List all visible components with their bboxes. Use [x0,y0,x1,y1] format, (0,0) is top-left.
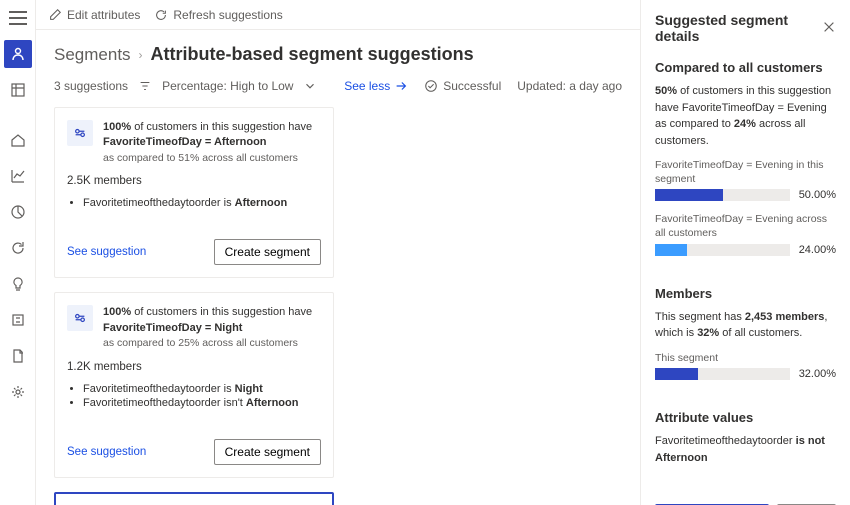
card-rules: Favoritetimeofthedaytoorder is Night Favo… [67,383,321,411]
refresh-suggestions-button[interactable]: Refresh suggestions [154,8,282,22]
subheader: 3 suggestions Percentage: High to Low Se… [54,79,622,93]
see-suggestion-link[interactable]: See suggestion [67,446,146,458]
card-members: 2.5K members [67,175,321,187]
attr-values-text: Favoritetimeofthedaytoorder is not After… [655,433,836,466]
details-panel: Suggested segment details Compared to al… [640,0,850,505]
see-suggestion-link[interactable]: See suggestion [67,246,146,258]
compared-header: Compared to all customers [655,60,836,75]
sort-icon[interactable] [138,79,152,93]
status-badge: Successful [424,79,501,93]
nav-settings-icon[interactable] [4,378,32,406]
nav-customers-icon[interactable] [4,40,32,68]
card-members: 1.2K members [67,361,321,373]
bar1-value: 50.00% [796,189,836,201]
updated-label: Updated: a day ago [517,79,622,93]
suggestion-card[interactable]: 100% of customers in this suggestion hav… [54,292,334,477]
rule-item: Favoritetimeofthedaytoorder is Afternoon [83,197,321,209]
left-nav-rail [0,0,36,505]
bar3-fill [655,368,698,380]
close-icon[interactable] [822,20,836,37]
panel-title: Suggested segment details [655,12,822,44]
rule-item: Favoritetimeofthedaytoorder isn't Aftern… [83,397,321,409]
bar1-fill [655,189,723,201]
attr-values-header: Attribute values [655,410,836,425]
compared-text: 50% of customers in this suggestion have… [655,83,836,149]
bar2-value: 24.00% [796,244,836,256]
edit-attributes-label: Edit attributes [67,8,140,22]
see-less-label: See less [344,79,390,93]
nav-refresh-icon[interactable] [4,234,32,262]
bar2-fill [655,244,687,256]
bar1-track [655,189,790,201]
segment-icon [67,120,93,146]
edit-attributes-button[interactable]: Edit attributes [48,8,140,22]
suggestion-card[interactable]: 100% of customers in this suggestion hav… [54,107,334,278]
breadcrumb-parent[interactable]: Segments [54,45,131,65]
nav-home-icon[interactable] [4,126,32,154]
chevron-down-icon[interactable] [303,79,317,93]
bar1-label: FavoriteTimeofDay = Evening in this segm… [655,159,836,186]
breadcrumb-separator: › [139,48,143,62]
page-title: Attribute-based segment suggestions [151,44,474,65]
card-rules: Favoritetimeofthedaytoorder is Afternoon [67,197,321,211]
nav-export-icon[interactable] [4,342,32,370]
create-segment-button[interactable]: Create segment [214,239,321,265]
create-segment-button[interactable]: Create segment [214,439,321,465]
card-headline: 100% of customers in this suggestion hav… [103,120,321,165]
breadcrumb: Segments › Attribute-based segment sugge… [54,44,622,65]
members-text: This segment has 2,453 members, which is… [655,309,836,342]
members-header: Members [655,286,836,301]
rule-item: Favoritetimeofthedaytoorder is Night [83,383,321,395]
hamburger-menu[interactable] [4,4,32,32]
nav-segments-icon[interactable] [4,198,32,226]
sort-label[interactable]: Percentage: High to Low [162,79,293,93]
bar3-track [655,368,790,380]
refresh-suggestions-label: Refresh suggestions [173,8,282,22]
check-circle-icon [424,79,438,93]
segment-icon [67,305,93,331]
see-less-link[interactable]: See less [344,79,408,93]
suggestion-count: 3 suggestions [54,79,128,93]
suggestion-card[interactable]: 50% of customers in this suggestion have… [54,492,334,505]
bar3-value: 32.00% [796,368,836,380]
nav-measures-icon[interactable] [4,162,32,190]
nav-insights-icon[interactable] [4,270,32,298]
card-headline: 100% of customers in this suggestion hav… [103,305,321,350]
bar2-track [655,244,790,256]
bar2-label: FavoriteTimeofDay = Evening across all c… [655,213,836,240]
toolbar: Edit attributes Refresh suggestions [36,0,640,30]
status-label: Successful [443,79,501,93]
bar3-label: This segment [655,352,836,366]
nav-enrichment-icon[interactable] [4,306,32,334]
nav-data-icon[interactable] [4,76,32,104]
